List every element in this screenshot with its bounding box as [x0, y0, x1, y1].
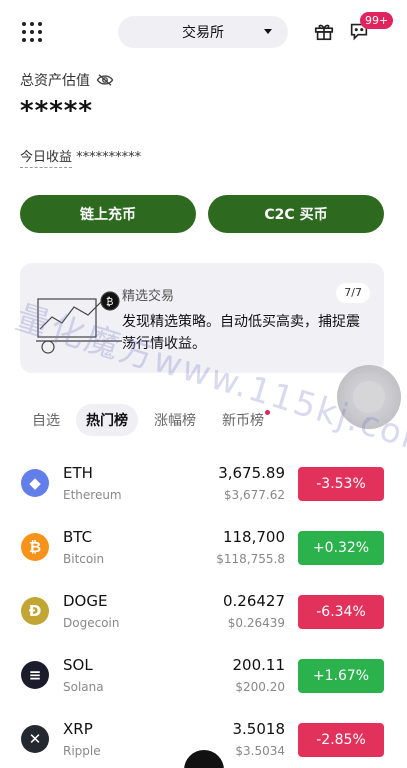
eye-off-icon[interactable]: [96, 73, 114, 87]
promo-title: 精选交易: [122, 289, 175, 304]
trading-chart-illustration: ₿: [36, 291, 122, 354]
coin-price: 118,700: [222, 528, 285, 546]
promo-description: 发现精选策略。自动低买高卖，捕捉震荡行情收益。: [122, 314, 360, 352]
coin-row-sol[interactable]: ≡ SOL Solana 200.11 $200.20 +1.67%: [0, 644, 407, 708]
coin-name: Ethereum: [63, 488, 122, 502]
promo-banner[interactable]: ₿ 精选交易 7/7 发现精选策略。自动低买高卖，捕捉震荡行情收益。: [20, 263, 384, 373]
coin-change-badge[interactable]: -2.85%: [298, 723, 384, 757]
sol-icon: ≡: [21, 661, 49, 689]
coin-usd-price: $200.20: [235, 680, 285, 694]
total-assets-label-text: 总资产估值: [20, 73, 90, 89]
coin-price: 0.26427: [222, 592, 285, 610]
coin-price: 3,675.89: [218, 464, 285, 482]
coin-usd-price: $3,677.62: [223, 488, 285, 502]
coin-change-badge[interactable]: +0.32%: [298, 531, 384, 565]
gift-icon[interactable]: [313, 20, 335, 42]
btc-icon: ₿: [21, 533, 49, 561]
coin-symbol: SOL: [63, 656, 93, 674]
coin-name: Solana: [63, 680, 104, 694]
total-assets-label: 总资产估值: [20, 70, 114, 90]
c2c-buy-button[interactable]: C2C 买币: [208, 195, 384, 233]
coin-price: 3.5018: [232, 720, 286, 738]
xrp-icon: ✕: [21, 725, 49, 753]
coin-usd-price: $118,755.8: [216, 552, 285, 566]
tab-hot[interactable]: 热门榜: [76, 404, 138, 436]
exchange-selector-label: 交易所: [182, 25, 224, 41]
coin-symbol: XRP: [63, 720, 93, 738]
onchain-deposit-button[interactable]: 链上充币: [20, 195, 196, 233]
coin-symbol: ETH: [63, 464, 93, 482]
tab-gainers[interactable]: 涨幅榜: [144, 404, 206, 436]
svg-text:₿: ₿: [106, 296, 113, 308]
coin-usd-price: $3.5034: [235, 744, 285, 758]
doge-icon: Ð: [21, 597, 49, 625]
coin-row-eth[interactable]: ◆ ETH Ethereum 3,675.89 $3,677.62 -3.53%: [0, 452, 407, 516]
coin-name: Ripple: [63, 744, 101, 758]
today-earnings-value: **********: [76, 150, 142, 165]
coin-change-badge[interactable]: -3.53%: [298, 467, 384, 501]
tab-new-coins-label: 新币榜: [222, 413, 264, 429]
exchange-selector[interactable]: 交易所: [118, 16, 288, 48]
top-bar: 交易所 99+: [0, 12, 407, 50]
coin-usd-price: $0.26439: [227, 616, 285, 630]
coin-list: ◆ ETH Ethereum 3,675.89 $3,677.62 -3.53%…: [0, 452, 407, 768]
coin-row-doge[interactable]: Ð DOGE Dogecoin 0.26427 $0.26439 -6.34%: [0, 580, 407, 644]
today-earnings: 今日收益 **********: [20, 146, 142, 168]
promo-page-indicator: 7/7: [336, 283, 370, 303]
eth-icon: ◆: [21, 469, 49, 497]
coin-name: Bitcoin: [63, 552, 105, 566]
coin-name: Dogecoin: [63, 616, 120, 630]
coin-change-badge[interactable]: -6.34%: [298, 595, 384, 629]
today-earnings-label: 今日收益: [20, 150, 73, 168]
tab-new-coins[interactable]: 新币榜: [212, 404, 280, 436]
total-assets-value: *****: [20, 96, 93, 126]
grid-menu-icon[interactable]: [22, 22, 42, 42]
coin-symbol: DOGE: [63, 592, 108, 610]
floating-assistive-button[interactable]: [337, 365, 401, 429]
coin-price: 200.11: [232, 656, 286, 674]
chevron-down-icon: [264, 29, 272, 34]
coin-row-btc[interactable]: ₿ BTC Bitcoin 118,700 $118,755.8 +0.32%: [0, 516, 407, 580]
coin-symbol: BTC: [63, 528, 93, 546]
message-badge: 99+: [360, 12, 394, 29]
new-dot: [265, 410, 270, 415]
tab-favorites[interactable]: 自选: [20, 404, 70, 436]
coin-change-badge[interactable]: +1.67%: [298, 659, 384, 693]
